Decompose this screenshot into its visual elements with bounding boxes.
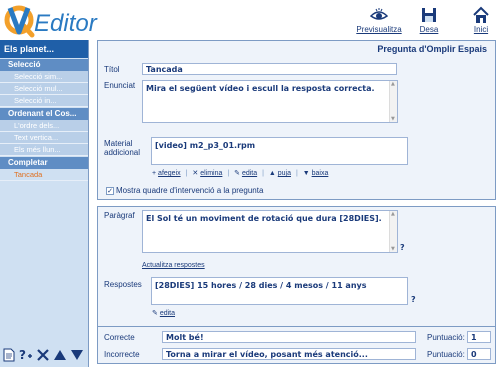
edit-link[interactable]: edita <box>242 170 257 177</box>
question-panel: Pregunta d'Omplir Espais Títol Tancada E… <box>97 40 496 200</box>
incorrect-score-field[interactable]: 0 <box>467 348 491 360</box>
floppy-disk-icon <box>422 8 436 22</box>
statement-text: Mira el següent vídeo i escull la respos… <box>146 84 375 93</box>
close-icon: ✕ <box>192 170 199 177</box>
sidebar-item[interactable]: Selecció mul... <box>0 83 88 95</box>
incorrect-field[interactable]: Torna a mirar el vídeo, posant més atenc… <box>162 348 416 360</box>
answers-edit: ✎ edita <box>152 309 175 317</box>
sidebar-item[interactable]: Text vertica... <box>0 132 88 144</box>
help-icon[interactable]: ? <box>411 295 416 304</box>
answers-text: [28DIES] 15 hores / 28 dies / 4 mesos / … <box>155 281 367 290</box>
home-icon <box>473 6 489 23</box>
update-answers-link[interactable]: Actualitza respostes <box>142 262 205 269</box>
material-text: [video] m2_p3_01.rpm <box>155 141 256 150</box>
pencil-icon: ✎ <box>234 170 240 177</box>
save-button[interactable]: Desa <box>418 6 440 34</box>
answers-label: Respostes <box>104 280 142 289</box>
paragraph-field[interactable]: El Sol té un moviment de rotació que dur… <box>142 210 398 253</box>
show-box-checkbox[interactable]: ✓ <box>106 187 114 195</box>
correct-label: Correcte <box>104 333 135 342</box>
move-up-icon[interactable] <box>53 348 67 362</box>
feedback-panel: Correcte Molt bé! Puntuació: 1 Incorrect… <box>97 326 496 364</box>
separator: | <box>185 170 188 177</box>
home-label: Inici <box>473 25 489 34</box>
material-field[interactable]: [video] m2_p3_01.rpm <box>151 137 408 165</box>
paragraph-text: El Sol té un moviment de rotació que dur… <box>146 214 382 223</box>
sidebar-item[interactable]: Els més llun... <box>0 144 88 156</box>
material-label: Material addicional <box>104 139 140 157</box>
arrow-up-icon: ▲ <box>268 170 276 177</box>
statement-field[interactable]: Mira el següent vídeo i escull la respos… <box>142 80 398 123</box>
sidebar-item-active[interactable]: Tancada <box>0 169 88 181</box>
svg-text:?: ? <box>19 348 26 362</box>
move-down-icon[interactable] <box>70 348 84 362</box>
scrollbar[interactable] <box>389 211 397 252</box>
sidebar-item[interactable]: Selecció sim... <box>0 71 88 83</box>
add-icon: + <box>152 170 157 177</box>
sidebar-item[interactable]: L'ordre dels... <box>0 120 88 132</box>
correct-score-field[interactable]: 1 <box>467 331 491 343</box>
save-label: Desa <box>419 25 439 34</box>
incorrect-score-label: Puntuació: <box>427 350 465 359</box>
logo-text: Editor <box>34 10 98 37</box>
help-icon[interactable]: ? <box>400 243 405 252</box>
correct-score-label: Puntuació: <box>427 333 465 342</box>
material-label-line1: Material <box>104 139 133 148</box>
sidebar: Els planet... Selecció Selecció sim... S… <box>0 40 89 367</box>
up-link[interactable]: puja <box>278 170 291 177</box>
scrollbar[interactable] <box>389 81 397 122</box>
preview-label: Previsualitza <box>356 25 402 34</box>
sidebar-section-ordenant[interactable]: Ordenant el Cos... <box>0 108 88 120</box>
edit-answers-link[interactable]: edita <box>160 310 175 317</box>
sidebar-item[interactable]: Selecció in... <box>0 95 88 107</box>
panel-title: Pregunta d'Omplir Espais <box>377 44 487 54</box>
pencil-icon: ✎ <box>152 310 158 317</box>
sidebar-title[interactable]: Els planet... <box>0 40 88 58</box>
qv-editor-logo: Editor <box>4 5 98 38</box>
home-button[interactable]: Inici <box>470 6 492 34</box>
material-actions: + afegeix | ✕ elimina | ✎ edita | ▲ puja… <box>152 169 328 177</box>
title-label: Títol <box>104 65 120 74</box>
header: Editor Previsualitza Desa Inici <box>0 0 500 40</box>
add-question-icon[interactable]: ? <box>19 348 33 362</box>
answers-field[interactable]: [28DIES] 15 hores / 28 dies / 4 mesos / … <box>151 277 408 305</box>
paragraph-label: Paràgraf <box>104 211 135 220</box>
new-document-icon[interactable] <box>2 348 16 362</box>
incorrect-label: Incorrecte <box>104 350 140 359</box>
preview-button[interactable]: Previsualitza <box>352 6 406 34</box>
sidebar-section-seleccio[interactable]: Selecció <box>0 59 88 71</box>
arrow-down-icon: ▼ <box>302 170 310 177</box>
material-label-line2: addicional <box>104 148 141 157</box>
add-link[interactable]: afegeix <box>158 170 181 177</box>
down-link[interactable]: baixa <box>312 170 329 177</box>
separator: | <box>262 170 264 177</box>
update-answers: Actualitza respostes <box>142 262 205 269</box>
delete-icon[interactable] <box>36 348 50 362</box>
separator: | <box>227 170 230 177</box>
sidebar-section-completar[interactable]: Completar <box>0 157 88 169</box>
title-field[interactable]: Tancada <box>142 63 397 75</box>
show-box-label: Mostra quadre d'intervenció a la pregunt… <box>116 186 264 195</box>
delete-link[interactable]: elimina <box>200 170 222 177</box>
eye-icon <box>370 8 388 20</box>
statement-label: Enunciat <box>104 81 136 90</box>
sidebar-actions: ? <box>2 347 88 363</box>
correct-field[interactable]: Molt bé! <box>162 331 416 343</box>
separator: | <box>295 170 298 177</box>
